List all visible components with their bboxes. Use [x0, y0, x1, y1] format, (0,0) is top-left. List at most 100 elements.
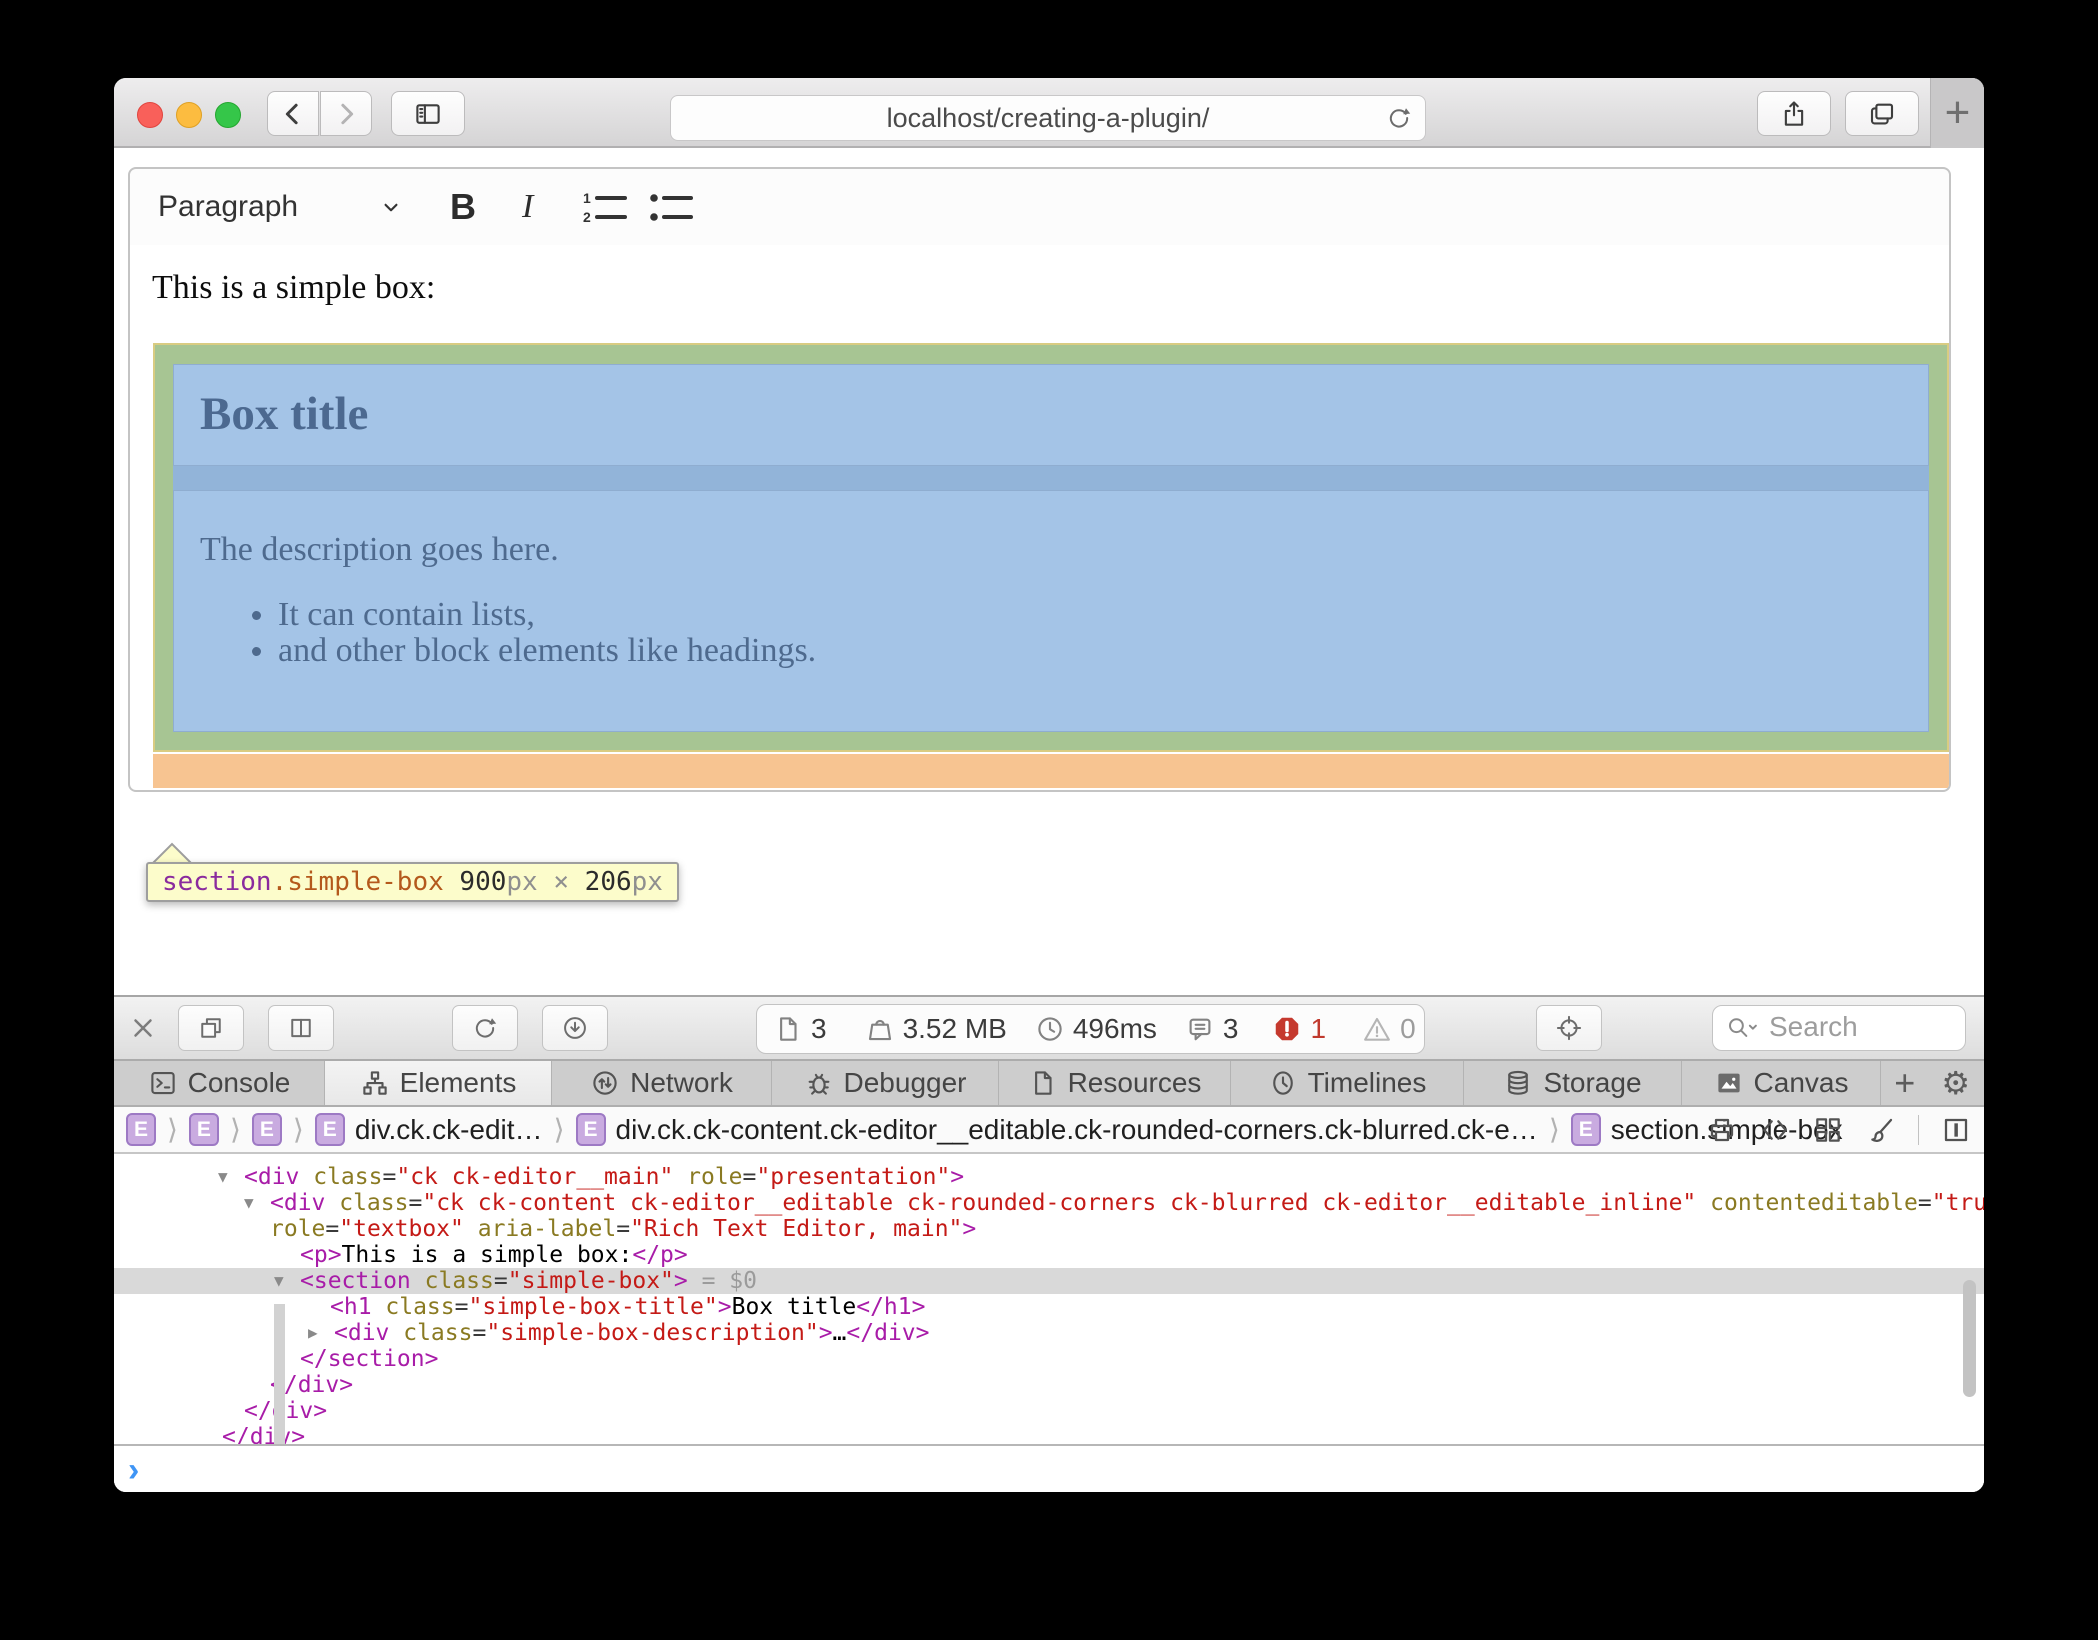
code-token: >	[950, 1164, 964, 1190]
dom-row[interactable]: ▼<section class="simple-box"> = $0	[114, 1268, 1984, 1294]
close-window-button[interactable]	[137, 102, 163, 128]
tab-overview-button[interactable]	[1845, 91, 1919, 136]
timelines-icon	[1268, 1068, 1298, 1098]
code-token: "true"	[1932, 1190, 1984, 1216]
close-inspector-icon[interactable]	[128, 1013, 158, 1043]
breadcrumb-item-0[interactable]: E	[126, 1113, 156, 1146]
code-token: "simple-box"	[508, 1268, 674, 1294]
dom-row[interactable]: </div>	[114, 1424, 1984, 1444]
tab-storage[interactable]: Storage	[1464, 1061, 1682, 1105]
element-badge-icon: E	[315, 1113, 345, 1146]
chevron-down-icon[interactable]	[378, 194, 404, 220]
paragraph-dropdown[interactable]: Paragraph	[158, 190, 298, 224]
search-input[interactable]	[1769, 1006, 1959, 1048]
split-view-button[interactable]	[268, 1005, 334, 1051]
reload-icon[interactable]	[1385, 104, 1413, 132]
tab-debugger[interactable]: Debugger	[772, 1061, 999, 1105]
disclosure-down-icon[interactable]: ▼	[244, 1190, 254, 1216]
quick-console[interactable]: ›	[114, 1446, 1984, 1492]
element-badge-icon: E	[576, 1113, 606, 1146]
styles-brush-icon[interactable]	[1865, 1114, 1897, 1146]
tab-network[interactable]: Network	[552, 1061, 772, 1105]
breadcrumb: E⟩E⟩E⟩Ediv.ck.ck-edit…⟩Ediv.ck.ck-conten…	[114, 1107, 1984, 1154]
box-description[interactable]: The description goes here.	[200, 531, 559, 569]
dom-row[interactable]: ▼<div class="ck ck-content ck-editor__ed…	[114, 1190, 1984, 1216]
box-title[interactable]: Box title	[200, 387, 368, 441]
error-icon	[1272, 1014, 1302, 1044]
numbered-list-icon[interactable]: 12	[582, 190, 628, 224]
add-tab-button[interactable]: +	[1894, 1062, 1915, 1104]
breadcrumb-item-2[interactable]: E	[252, 1113, 282, 1146]
bold-button[interactable]: B	[450, 186, 476, 228]
stat-warning[interactable]: 0	[1362, 1013, 1416, 1045]
tabs-overview-icon	[1867, 99, 1897, 129]
zoom-window-button[interactable]	[215, 102, 241, 128]
bulleted-list-icon[interactable]	[648, 190, 694, 224]
new-tab-button[interactable]: +	[1930, 78, 1984, 148]
dom-row[interactable]: </div>	[114, 1398, 1984, 1424]
stat-clock[interactable]: 496ms	[1035, 1013, 1157, 1045]
tab-bar-extra: +⚙	[1881, 1061, 1984, 1105]
dom-row[interactable]: </section>	[114, 1346, 1984, 1372]
list-item[interactable]: It can contain lists,	[252, 597, 816, 633]
print-icon[interactable]	[1706, 1114, 1738, 1146]
disclosure-down-icon[interactable]: ▼	[274, 1268, 284, 1294]
gear-icon[interactable]: ⚙	[1941, 1064, 1970, 1102]
breadcrumb-item-4[interactable]: Ediv.ck.ck-content.ck-editor__editable.c…	[576, 1113, 1538, 1146]
back-button[interactable]	[267, 91, 319, 136]
clock-icon	[1035, 1014, 1065, 1044]
details-sidebar-icon[interactable]	[1940, 1114, 1972, 1146]
code-token: >	[819, 1320, 833, 1346]
tooltip-class: .simple-box	[272, 867, 444, 897]
code-token: =	[455, 1294, 469, 1320]
scrollbar[interactable]	[1963, 1280, 1976, 1397]
dom-row[interactable]: <p>This is a simple box:</p>	[114, 1242, 1984, 1268]
tab-label: Debugger	[844, 1067, 967, 1099]
code-token: >	[718, 1294, 732, 1320]
disclosure-down-icon[interactable]: ▼	[218, 1164, 228, 1190]
download-button[interactable]	[542, 1005, 608, 1051]
tab-console[interactable]: Console	[114, 1061, 325, 1105]
tab-elements[interactable]: Elements	[325, 1061, 552, 1105]
tab-resources[interactable]: Resources	[999, 1061, 1231, 1105]
breadcrumb-item-1[interactable]: E	[189, 1113, 219, 1146]
element-picker-button[interactable]	[1536, 1005, 1602, 1051]
simple-box-title-block: Box title	[173, 364, 1929, 466]
stat-document[interactable]: 3	[773, 1013, 827, 1045]
dom-row[interactable]: ▶<div class="simple-box-description">…</…	[114, 1320, 1984, 1346]
tab-canvas[interactable]: Canvas	[1682, 1061, 1881, 1105]
element-badge-icon: E	[1571, 1113, 1601, 1146]
detach-button[interactable]	[178, 1005, 244, 1051]
list-item[interactable]: and other block elements like headings.	[252, 633, 816, 669]
grid-view-icon[interactable]	[1812, 1114, 1844, 1146]
editor-content[interactable]: This is a simple box: Box title The desc…	[128, 245, 1951, 792]
stat-message[interactable]: 3	[1185, 1013, 1239, 1045]
simple-box-gap	[173, 466, 1929, 490]
dom-row[interactable]: <h1 class="simple-box-title">Box title</…	[114, 1294, 1984, 1320]
breadcrumb-item-3[interactable]: Ediv.ck.ck-edit…	[315, 1113, 543, 1146]
code-token: class	[299, 1164, 382, 1190]
stat-weight[interactable]: 3.52 MB	[865, 1013, 1007, 1045]
reload-page-button[interactable]	[452, 1005, 518, 1051]
disclosure-right-icon[interactable]: ▶	[308, 1320, 318, 1346]
dom-row[interactable]: role="textbox" aria-label="Rich Text Edi…	[114, 1216, 1984, 1242]
tab-timelines[interactable]: Timelines	[1231, 1061, 1464, 1105]
address-bar[interactable]: localhost/creating-a-plugin/	[670, 95, 1426, 141]
code-token: Box title	[732, 1294, 857, 1320]
code-brackets-icon[interactable]	[1759, 1114, 1791, 1146]
inspector-search[interactable]	[1712, 1005, 1966, 1051]
sidebar-button[interactable]	[391, 91, 465, 136]
intro-paragraph[interactable]: This is a simple box:	[152, 269, 435, 307]
console-icon	[148, 1068, 178, 1098]
italic-button[interactable]: I	[522, 188, 533, 226]
forward-button[interactable]	[320, 91, 372, 136]
share-button[interactable]	[1757, 91, 1831, 136]
dom-row[interactable]: ▼<div class="ck ck-editor__main" role="p…	[114, 1164, 1984, 1190]
breadcrumb-separator-icon: ⟩	[554, 1113, 565, 1146]
stat-error[interactable]: 1	[1272, 1013, 1326, 1045]
element-badge-icon: E	[252, 1113, 282, 1146]
dom-row[interactable]: </div>	[114, 1372, 1984, 1398]
tooltip-tag: section	[162, 867, 272, 897]
breadcrumb-separator-icon: ⟩	[167, 1113, 178, 1146]
minimize-window-button[interactable]	[176, 102, 202, 128]
